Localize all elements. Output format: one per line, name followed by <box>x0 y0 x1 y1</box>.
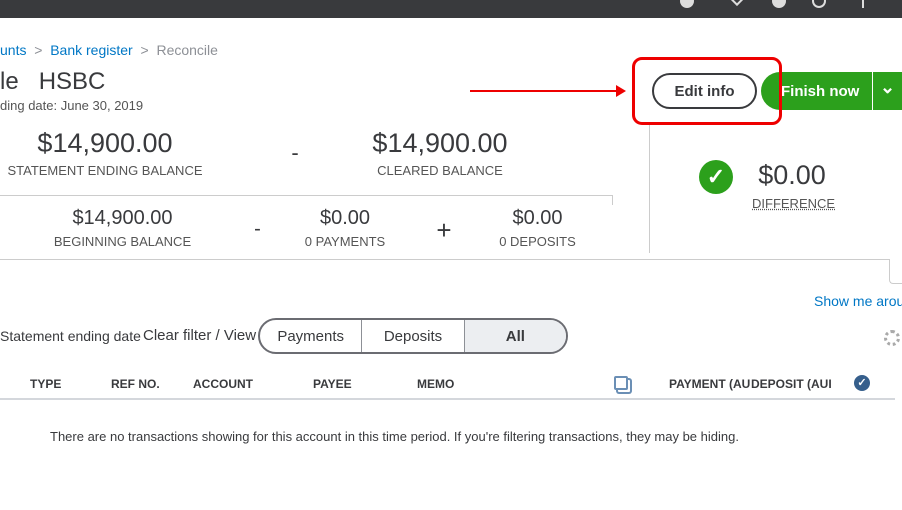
breadcrumb-sep: > <box>34 42 43 58</box>
difference-label: DIFFERENCE <box>752 196 836 211</box>
account-name: HSBC <box>38 68 106 95</box>
finish-dropdown-button[interactable]: ⌄ <box>872 72 902 110</box>
beginning-balance-label: BEGINNING BALANCE <box>53 234 192 249</box>
top-bar <box>0 0 902 18</box>
divider <box>612 195 613 205</box>
minus-sign: - <box>254 218 261 240</box>
collapse-toggle[interactable] <box>889 259 902 284</box>
minus-sign: - <box>291 140 299 165</box>
gear-icon[interactable] <box>884 330 900 346</box>
annotation-highlight <box>632 57 782 125</box>
column-memo[interactable]: MEMO <box>417 377 454 391</box>
check-circle-icon: ✓ <box>699 160 733 194</box>
tab-payments[interactable]: Payments <box>260 320 363 352</box>
table-header-divider <box>0 398 895 400</box>
page-title: le HSBC <box>0 68 105 96</box>
divider <box>649 125 650 253</box>
statement-ending-date-filter[interactable]: Statement ending date <box>0 328 141 344</box>
show-me-around-link[interactable]: Show me arour <box>814 293 902 309</box>
annotation-arrow <box>470 90 620 92</box>
column-payment[interactable]: PAYMENT (AU <box>669 377 750 391</box>
select-all-check-icon[interactable]: ✓ <box>854 375 870 391</box>
column-type[interactable]: TYPE <box>30 377 61 391</box>
column-ref-no[interactable]: REF NO. <box>111 377 160 391</box>
column-deposit[interactable]: DEPOSIT (AUI <box>751 377 832 391</box>
clear-filter-link[interactable]: Clear filter / View <box>143 327 256 344</box>
beginning-balance: $14,900.00 <box>72 207 173 229</box>
breadcrumb-accounts[interactable]: unts <box>0 42 26 58</box>
divider <box>0 259 890 260</box>
plus-sign: + <box>436 215 452 245</box>
plus-icon[interactable] <box>862 0 864 8</box>
copy-icon[interactable] <box>614 376 628 390</box>
breadcrumb: unts > Bank register > Reconcile <box>0 42 218 58</box>
difference-amount: $0.00 <box>758 160 826 190</box>
empty-table-message: There are no transactions showing for th… <box>50 429 739 444</box>
cleared-balance-label: CLEARED BALANCE <box>377 163 503 178</box>
finish-now-label: Finish now <box>781 82 860 100</box>
payments-amount: $0.00 <box>319 207 371 229</box>
breadcrumb-current: Reconcile <box>156 42 218 58</box>
payments-label: 0 PAYMENTS <box>304 234 386 249</box>
column-payee[interactable]: PAYEE <box>313 377 352 391</box>
tab-deposits[interactable]: Deposits <box>362 320 465 352</box>
cleared-balance: $14,900.00 <box>372 128 508 158</box>
statement-ending-balance-label: STATEMENT ENDING BALANCE <box>7 163 203 178</box>
breadcrumb-sep: > <box>140 42 149 58</box>
tab-all[interactable]: All <box>464 320 566 352</box>
statement-ending-balance: $14,900.00 <box>37 128 173 158</box>
deposits-label: 0 DEPOSITS <box>499 234 576 249</box>
column-account[interactable]: ACCOUNT <box>193 377 253 391</box>
divider <box>0 195 613 196</box>
breadcrumb-bank-register[interactable]: Bank register <box>50 42 132 58</box>
ending-date: ding date: June 30, 2019 <box>0 98 144 113</box>
transaction-type-toggle: Payments Deposits All <box>258 318 568 354</box>
annotation-arrowhead <box>616 85 626 97</box>
deposits-amount: $0.00 <box>512 207 563 229</box>
title-prefix: le <box>0 68 19 95</box>
